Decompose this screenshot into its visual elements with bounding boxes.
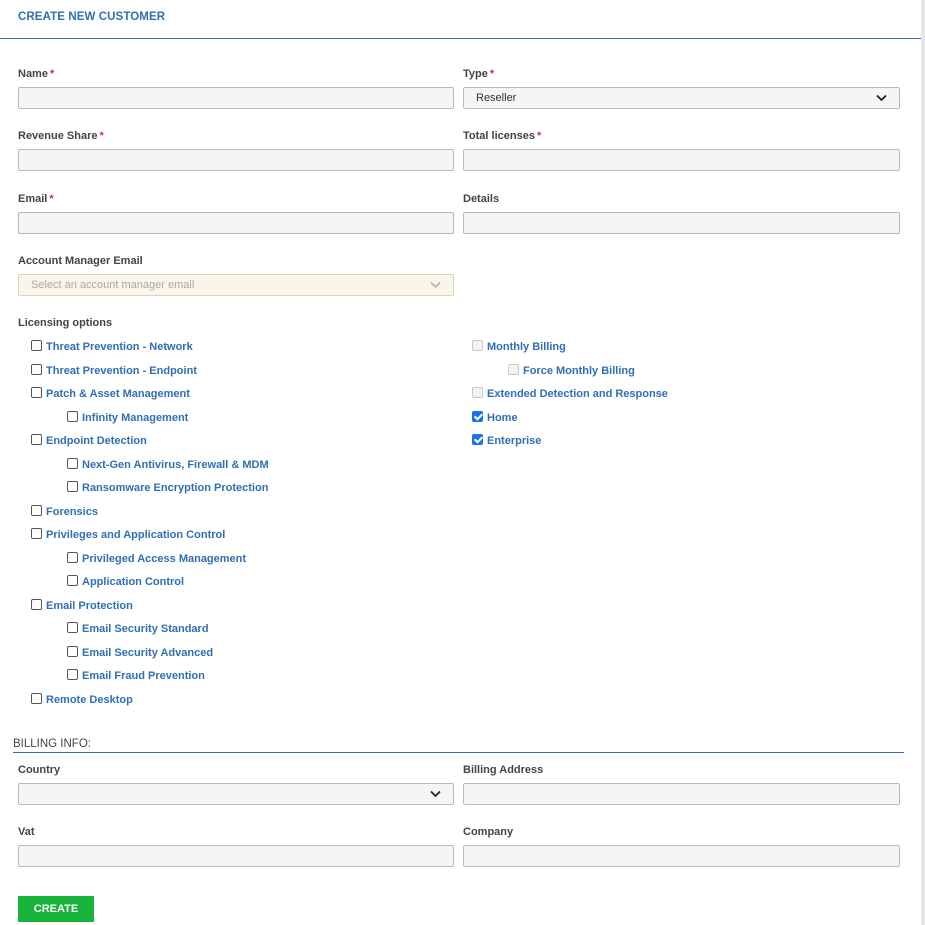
email-input[interactable] (18, 212, 454, 234)
vat-input[interactable] (18, 845, 454, 867)
company-label: Company (463, 826, 514, 838)
checkbox[interactable] (67, 410, 78, 422)
option-force-monthly-billing[interactable]: Force Monthly Billing (508, 363, 635, 378)
checkbox[interactable] (67, 551, 78, 563)
page-scrollbar[interactable] (921, 0, 925, 925)
account-manager-email-select[interactable]: Select an account manager email (18, 274, 454, 296)
page-title: CREATE NEW CUSTOMER (18, 11, 166, 23)
country-select[interactable] (18, 783, 454, 805)
license-endpoint-detection[interactable]: Endpoint Detection (31, 433, 147, 448)
account-manager-email-label: Account Manager Email (18, 255, 143, 267)
license-forensics[interactable]: Forensics (31, 504, 98, 519)
revenue-share-input[interactable] (18, 149, 454, 171)
title-divider (0, 38, 921, 39)
checkbox[interactable] (31, 692, 42, 704)
checkbox[interactable] (67, 645, 78, 657)
license-patch-asset-management[interactable]: Patch & Asset Management (31, 386, 190, 401)
license-threat-prevention-endpoint[interactable]: Threat Prevention - Endpoint (31, 363, 197, 378)
total-licenses-input[interactable] (463, 149, 900, 171)
details-input[interactable] (463, 212, 900, 234)
license-email-security-standard[interactable]: Email Security Standard (67, 621, 209, 636)
revenue-share-label: Revenue Share * (18, 130, 104, 142)
checkbox[interactable] (472, 339, 483, 351)
option-extended-detection-response[interactable]: Extended Detection and Response (472, 386, 668, 401)
billing-address-label: Billing Address (463, 764, 544, 776)
chevron-down-icon (429, 788, 441, 800)
license-privileged-access-management[interactable]: Privileged Access Management (67, 551, 246, 566)
checkbox[interactable] (67, 574, 78, 586)
checkbox[interactable] (508, 363, 519, 375)
company-input[interactable] (463, 845, 900, 867)
license-application-control[interactable]: Application Control (67, 574, 184, 589)
license-threat-prevention-network[interactable]: Threat Prevention - Network (31, 339, 193, 354)
type-select[interactable]: Reseller (463, 87, 900, 109)
checkbox[interactable] (67, 668, 78, 680)
checkbox[interactable] (31, 386, 42, 398)
license-next-gen-antivirus[interactable]: Next-Gen Antivirus, Firewall & MDM (67, 457, 269, 472)
type-label: Type * (463, 68, 495, 80)
type-select-value: Reseller (476, 92, 517, 104)
checkbox[interactable] (67, 621, 78, 633)
checkbox[interactable] (31, 339, 42, 351)
option-home[interactable]: Home (472, 410, 518, 425)
license-infinity-management[interactable]: Infinity Management (67, 410, 188, 425)
checkbox-checked[interactable] (472, 433, 483, 445)
account-manager-email-placeholder: Select an account manager email (31, 279, 195, 291)
details-label: Details (463, 193, 500, 205)
checkbox[interactable] (472, 386, 483, 398)
vat-label: Vat (18, 826, 35, 838)
license-email-fraud-prevention[interactable]: Email Fraud Prevention (67, 668, 205, 683)
license-privileges-application-control[interactable]: Privileges and Application Control (31, 527, 225, 542)
checkbox[interactable] (31, 363, 42, 375)
total-licenses-label: Total licenses * (463, 130, 542, 142)
create-button[interactable]: CREATE (18, 896, 94, 922)
option-monthly-billing[interactable]: Monthly Billing (472, 339, 566, 354)
checkbox-checked[interactable] (472, 410, 483, 422)
checkbox[interactable] (31, 527, 42, 539)
billing-info-title: BILLING INFO: (13, 738, 91, 750)
email-label: Email * (18, 193, 54, 205)
option-enterprise[interactable]: Enterprise (472, 433, 541, 448)
checkbox[interactable] (67, 457, 78, 469)
license-email-security-advanced[interactable]: Email Security Advanced (67, 645, 213, 660)
license-ransomware-encryption-protection[interactable]: Ransomware Encryption Protection (67, 480, 268, 495)
license-remote-desktop[interactable]: Remote Desktop (31, 692, 133, 707)
name-label: Name * (18, 68, 55, 80)
checkbox[interactable] (31, 598, 42, 610)
checkbox[interactable] (31, 433, 42, 445)
checkbox[interactable] (31, 504, 42, 516)
chevron-down-icon (875, 92, 887, 104)
licensing-options-label: Licensing options (18, 317, 113, 329)
billing-divider (13, 752, 904, 753)
country-label: Country (18, 764, 61, 776)
name-input[interactable] (18, 87, 454, 109)
billing-address-input[interactable] (463, 783, 900, 805)
license-email-protection[interactable]: Email Protection (31, 598, 133, 613)
chevron-down-icon (429, 279, 441, 291)
checkbox[interactable] (67, 480, 78, 492)
